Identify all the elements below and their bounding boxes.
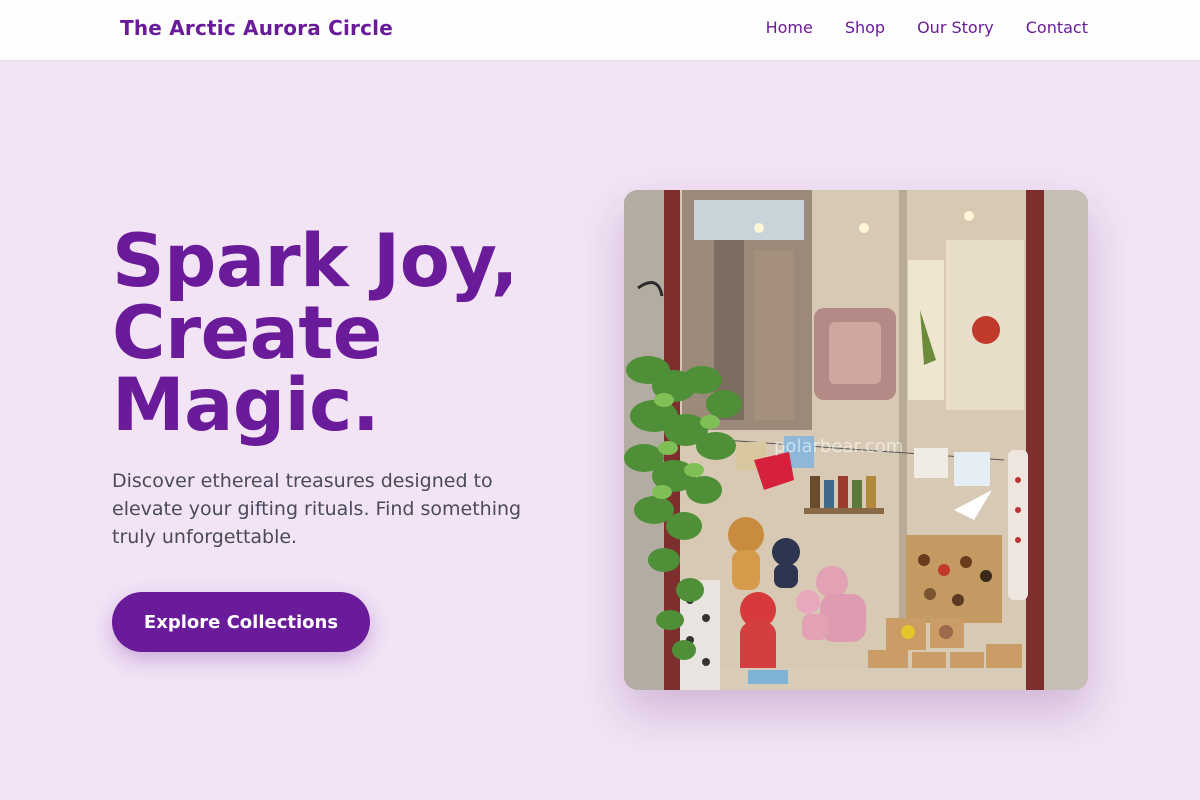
main-nav: Home Shop Our Story Contact	[766, 18, 1088, 37]
brand-logo-text[interactable]: The Arctic Aurora Circle	[120, 16, 393, 40]
top-navbar: The Arctic Aurora Circle Home Shop Our S…	[0, 0, 1200, 61]
nav-link-our-story[interactable]: Our Story	[917, 18, 994, 37]
nav-link-home[interactable]: Home	[766, 18, 813, 37]
shop-window-photo: polarbear.com	[624, 190, 1088, 690]
nav-link-shop[interactable]: Shop	[845, 18, 885, 37]
image-watermark: polarbear.com	[774, 436, 903, 457]
hero-heading-line: Spark Joy,	[112, 219, 519, 304]
hero-heading-line: Create	[112, 291, 382, 376]
nav-link-contact[interactable]: Contact	[1026, 18, 1088, 37]
hero-heading: Spark Joy, Create Magic.	[112, 219, 582, 448]
explore-collections-button[interactable]: Explore Collections	[112, 592, 370, 652]
hero-heading-line: Magic.	[112, 363, 380, 448]
hero-tagline: Discover ethereal treasures designed to …	[112, 470, 522, 548]
